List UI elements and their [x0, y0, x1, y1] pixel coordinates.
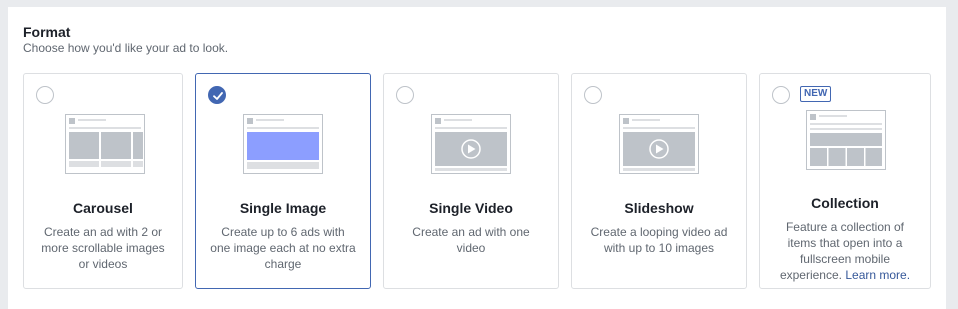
card-desc-single-image: Create up to 6 ads with one image each a… [210, 225, 356, 271]
radio-single-image[interactable] [208, 86, 226, 104]
card-desc-collection: Feature a collection of items that open … [774, 219, 916, 283]
card-desc-single-video: Create an ad with one video [412, 225, 530, 255]
section-subtitle: Choose how you'd like your ad to look. [23, 41, 229, 55]
card-title-slideshow: Slideshow [624, 200, 694, 216]
slideshow-illustration [619, 114, 699, 174]
carousel-illustration [65, 114, 145, 174]
section-title: Format [23, 24, 71, 40]
format-card-single-image[interactable]: Single Image Create up to 6 ads with one… [195, 73, 371, 289]
format-card-collection[interactable]: NEW Collection Feature a collection of i… [759, 73, 931, 289]
learn-more-link[interactable]: Learn more. [845, 268, 910, 282]
format-card-slideshow[interactable]: Slideshow Create a looping video ad with… [571, 73, 747, 289]
card-title-carousel: Carousel [73, 200, 133, 216]
card-desc-slideshow: Create a looping video ad with up to 10 … [590, 225, 728, 255]
card-title-single-video: Single Video [429, 200, 513, 216]
card-title-single-image: Single Image [239, 200, 327, 216]
card-title-collection: Collection [811, 195, 879, 211]
format-card-single-video[interactable]: Single Video Create an ad with one video [383, 73, 559, 289]
single-video-illustration [431, 114, 511, 174]
new-badge: NEW [800, 86, 832, 102]
single-image-illustration [243, 114, 323, 174]
radio-single-video[interactable] [396, 86, 414, 104]
collection-illustration [806, 110, 886, 170]
card-desc-carousel: Create an ad with 2 or more scrollable i… [41, 225, 165, 271]
radio-slideshow[interactable] [584, 86, 602, 104]
radio-collection[interactable] [772, 86, 790, 104]
check-icon [213, 92, 223, 100]
format-card-carousel[interactable]: Carousel Create an ad with 2 or more scr… [23, 73, 183, 289]
format-panel: Format Choose how you'd like your ad to … [8, 7, 946, 309]
radio-carousel[interactable] [36, 86, 54, 104]
